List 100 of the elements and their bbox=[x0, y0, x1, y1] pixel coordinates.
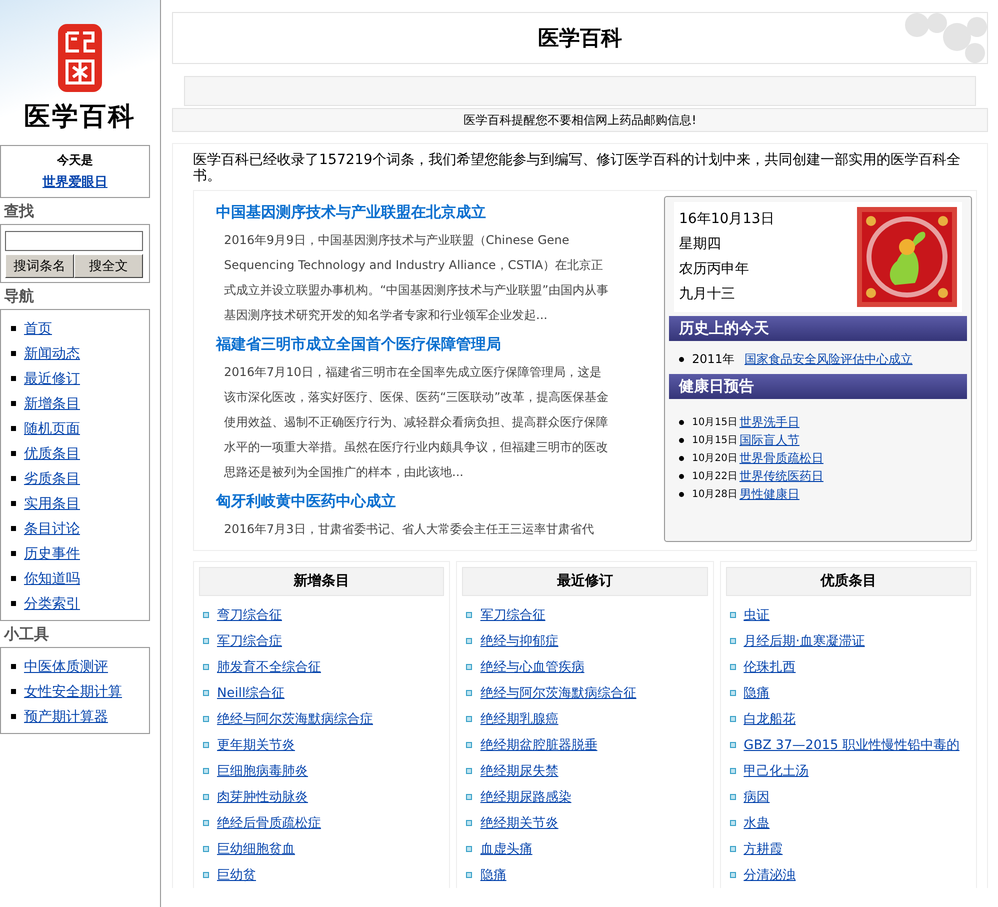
bullet-icon bbox=[11, 601, 16, 606]
article-link[interactable]: 绝经与抑郁症 bbox=[480, 632, 558, 650]
article-link[interactable]: 甲己化土汤 bbox=[744, 762, 809, 780]
article-link[interactable]: 隐痛 bbox=[480, 866, 506, 884]
bullet-icon bbox=[679, 438, 684, 442]
nav-link[interactable]: 历史事件 bbox=[24, 544, 80, 562]
tool-link[interactable]: 中医体质测评 bbox=[24, 658, 108, 676]
bullet-icon bbox=[203, 872, 209, 878]
bullet-icon bbox=[730, 612, 736, 618]
article-link[interactable]: 月经后期·血寒凝滞证 bbox=[744, 632, 865, 650]
history-event-link[interactable]: 国家食品安全风险评估中心成立 bbox=[744, 351, 913, 368]
date-line: 星期四 bbox=[679, 235, 722, 254]
article-link[interactable]: 绝经与阿尔茨海默病综合征 bbox=[480, 684, 636, 702]
search-field[interactable] bbox=[5, 231, 143, 251]
article-link[interactable]: 水蛊 bbox=[744, 814, 770, 832]
bullet-icon bbox=[466, 612, 472, 618]
article-link[interactable]: 绝经与阿尔茨海默病综合症 bbox=[217, 710, 373, 728]
article-link[interactable]: 血虚头痛 bbox=[480, 840, 532, 858]
article-link[interactable]: 军刀综合征 bbox=[480, 606, 546, 624]
article-link[interactable]: 隐痛 bbox=[744, 684, 770, 702]
bullet-icon bbox=[730, 716, 736, 722]
bullet-icon bbox=[11, 326, 16, 331]
bullet-icon bbox=[679, 456, 684, 460]
section-heading: 小工具 bbox=[2, 624, 50, 645]
nav-link[interactable]: 实用条目 bbox=[24, 494, 80, 512]
article-link[interactable]: 肉芽肿性动脉炎 bbox=[217, 788, 308, 806]
health-day-link[interactable]: 国际盲人节 bbox=[739, 432, 800, 448]
nav-link[interactable]: 劣质条目 bbox=[24, 470, 80, 488]
article-link[interactable]: 巨细胞病毒肺炎 bbox=[217, 762, 308, 780]
bullet-icon bbox=[11, 376, 16, 381]
history-year: 2011年 bbox=[692, 351, 735, 368]
nav-link[interactable]: 你知道吗 bbox=[24, 570, 80, 588]
site-title: 医学百科 bbox=[538, 24, 622, 52]
bullet-icon bbox=[679, 474, 684, 478]
nav-link[interactable]: 新增条目 bbox=[24, 394, 80, 412]
article-link[interactable]: 绝经期乳腺癌 bbox=[480, 710, 558, 728]
column-heading: 优质条目 bbox=[726, 567, 971, 596]
bullet-icon bbox=[203, 742, 209, 748]
health-day-link[interactable]: 世界洗手日 bbox=[739, 414, 800, 430]
article-link[interactable]: 病因 bbox=[744, 788, 770, 806]
bullet-icon bbox=[11, 664, 16, 669]
bullet-icon bbox=[730, 742, 736, 748]
bullet-icon bbox=[11, 526, 16, 531]
article-link[interactable]: 军刀综合症 bbox=[217, 632, 282, 650]
article-link[interactable]: 绝经期盆腔脏器脱垂 bbox=[480, 736, 598, 754]
bullet-icon bbox=[11, 689, 16, 694]
article-link[interactable]: 更年期关节炎 bbox=[217, 736, 295, 754]
health-day-date: 10月28日 bbox=[692, 488, 738, 501]
bullet-icon bbox=[11, 476, 16, 481]
health-day-date: 10月15日 bbox=[692, 416, 738, 429]
bullet-icon bbox=[11, 351, 16, 356]
bullet-icon bbox=[466, 664, 472, 670]
health-day-link[interactable]: 世界骨质疏松日 bbox=[739, 450, 824, 466]
observance-link[interactable]: 世界爱眼日 bbox=[42, 173, 108, 191]
news-title-link[interactable]: 中国基因测序技术与产业联盟在北京成立 bbox=[216, 200, 486, 228]
article-link[interactable]: 虫证 bbox=[744, 606, 770, 624]
nav-link[interactable]: 新闻动态 bbox=[24, 344, 80, 362]
health-day-link[interactable]: 男性健康日 bbox=[739, 486, 800, 502]
bullet-icon bbox=[11, 426, 16, 431]
bullet-icon bbox=[466, 846, 472, 852]
article-link[interactable]: 伦珠扎西 bbox=[744, 658, 796, 676]
bullet-icon bbox=[679, 492, 684, 496]
tool-link[interactable]: 预产期计算器 bbox=[24, 708, 108, 726]
bullet-icon bbox=[466, 872, 472, 878]
article-link[interactable]: 肺发育不全综合征 bbox=[217, 658, 321, 676]
nav-link[interactable]: 最近修订 bbox=[24, 370, 80, 388]
article-link[interactable]: 方耕霞 bbox=[744, 840, 783, 858]
nav-link[interactable]: 分类索引 bbox=[24, 594, 80, 612]
article-link[interactable]: 绝经后骨质疏松症 bbox=[217, 814, 321, 832]
article-link[interactable]: 巨幼贫 bbox=[217, 866, 256, 884]
health-day-link[interactable]: 世界传统医药日 bbox=[739, 468, 824, 484]
news-summary: 2016年9月9日，中国基因测序技术与产业联盟（Chinese Gene Sequencing Technology and Industry Alliance，CSTIA）在北京正式成立并设立联盟办事机构。“中国基因测序技术与产业联盟”由国内从事基因测序技术研究开发的知名学者专家和行业领军企业发起... bbox=[224, 232, 609, 324]
article-link[interactable]: 绝经期尿失禁 bbox=[480, 762, 558, 780]
bullet-icon bbox=[730, 846, 736, 852]
article-link[interactable]: GBZ 37—2015 职业性慢性铅中毒的 bbox=[744, 736, 960, 754]
section-heading: 查找 bbox=[2, 201, 35, 222]
article-link[interactable]: Neill综合征 bbox=[217, 684, 285, 702]
article-link[interactable]: 分清泌浊 bbox=[744, 866, 796, 884]
bullet-icon bbox=[203, 768, 209, 774]
column-heading: 新增条目 bbox=[199, 567, 444, 596]
news-title-link[interactable]: 福建省三明市成立全国首个医疗保障管理局 bbox=[216, 332, 501, 360]
article-link[interactable]: 弯刀综合征 bbox=[217, 606, 282, 624]
search-button[interactable]: 搜词条名 bbox=[5, 254, 74, 278]
news-title-link[interactable]: 匈牙利岐黄中医药中心成立 bbox=[216, 489, 396, 517]
bullet-icon bbox=[466, 690, 472, 696]
article-link[interactable]: 绝经与心血管疾病 bbox=[480, 658, 584, 676]
bullet-icon bbox=[203, 638, 209, 644]
tool-link[interactable]: 女性安全期计算 bbox=[24, 682, 122, 700]
nav-link[interactable]: 优质条目 bbox=[24, 444, 80, 462]
nav-link[interactable]: 随机页面 bbox=[24, 420, 80, 438]
nav-link[interactable]: 条目讨论 bbox=[24, 520, 80, 538]
article-link[interactable]: 绝经期关节炎 bbox=[480, 814, 558, 832]
article-link[interactable]: 巨幼细胞贫血 bbox=[217, 840, 295, 858]
search-button[interactable]: 搜全文 bbox=[74, 254, 143, 278]
bullet-icon bbox=[679, 357, 684, 362]
article-link[interactable]: 绝经期尿路感染 bbox=[480, 788, 572, 806]
nav-link[interactable]: 首页 bbox=[24, 320, 52, 338]
bullet-icon bbox=[11, 451, 16, 456]
news-summary: 2016年7月10日，福建省三明市在全国率先成立医疗保障管理局，这是该市深化医改，落实好医疗、医保、医药“三医联动”改革，提高医保基金使用效益、遏制不正确医疗行为、减轻群众看病负担、提高群众医疗保障水平的一项重大举措。虽然在医疗行业内颇具争议，但福建三明市的医改思路还是被列为全国推广的样本，由此该地... bbox=[224, 364, 609, 481]
article-link[interactable]: 白龙船花 bbox=[744, 710, 796, 728]
